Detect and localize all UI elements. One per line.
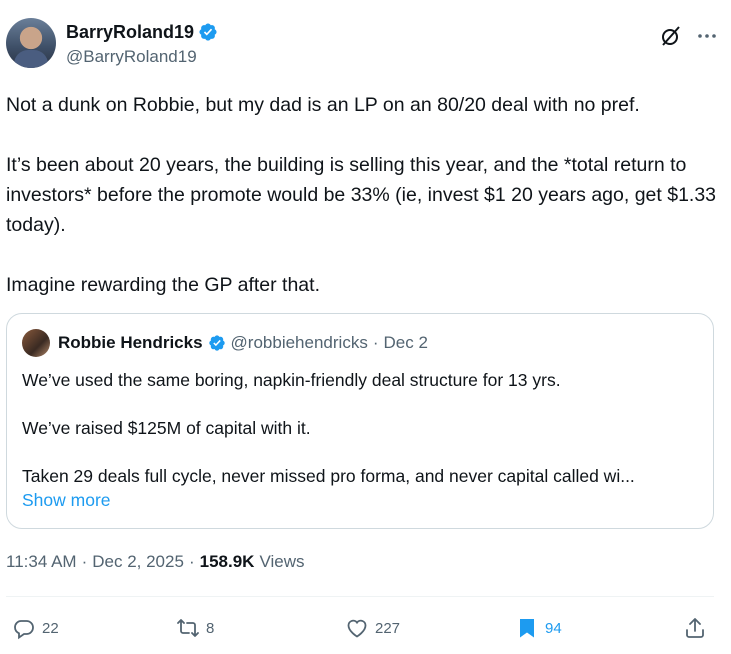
author-names: BarryRoland19 @BarryRoland19 <box>66 20 218 67</box>
quote-paragraph: We’ve used the same boring, napkin-frien… <box>22 370 561 390</box>
divider <box>6 596 714 597</box>
like-icon <box>347 619 367 638</box>
like-count: 227 <box>375 619 401 637</box>
tweet-meta: 11:34 AM · Dec 2, 2025 · 158.9K Views <box>6 552 304 572</box>
tweet-time[interactable]: 11:34 AM <box>6 552 77 572</box>
tweet-header: BarryRoland19 @BarryRoland19 <box>6 18 725 70</box>
tweet-paragraph: It’s been about 20 years, the building i… <box>6 154 722 236</box>
meta-separator: · <box>188 552 195 571</box>
more-icon[interactable] <box>695 24 719 48</box>
author-avatar[interactable] <box>6 18 56 68</box>
share-icon <box>686 618 704 638</box>
share-button[interactable] <box>683 612 707 644</box>
verified-icon <box>199 23 217 41</box>
views-count[interactable]: 158.9K <box>200 552 255 572</box>
reply-count: 22 <box>42 619 59 637</box>
views-label: Views <box>259 552 305 571</box>
quote-body: We’ve used the same boring, napkin-frien… <box>22 368 702 512</box>
quote-author-avatar[interactable] <box>22 329 50 357</box>
author-handle[interactable]: @BarryRoland19 <box>66 47 218 67</box>
author-display-name[interactable]: BarryRoland19 <box>66 22 194 43</box>
quote-date[interactable]: Dec 2 <box>384 333 428 353</box>
quote-author-handle[interactable]: @robbiehendricks <box>231 333 368 353</box>
repost-count: 8 <box>206 619 215 637</box>
verified-icon <box>208 335 225 351</box>
bookmark-button[interactable]: 94 <box>515 612 562 644</box>
reply-icon <box>14 620 34 640</box>
meta-separator: · <box>81 552 88 571</box>
repost-icon <box>177 619 199 637</box>
tweet-paragraph: Not a dunk on Robbie, but my dad is an L… <box>6 94 640 116</box>
quote-tweet-card[interactable]: Robbie Hendricks @robbiehendricks · Dec … <box>6 313 714 529</box>
bookmark-count: 94 <box>545 619 562 637</box>
tweet-paragraph: Imagine rewarding the GP after that. <box>6 274 320 296</box>
grok-icon[interactable] <box>659 24 683 48</box>
like-button[interactable]: 227 <box>345 612 400 644</box>
reply-button[interactable]: 22 <box>12 612 59 644</box>
show-more-link[interactable]: Show more <box>22 490 111 511</box>
quote-paragraph: Taken 29 deals full cycle, never missed … <box>22 466 635 486</box>
tweet-date[interactable]: Dec 2, 2025 <box>92 552 184 572</box>
quote-author-name[interactable]: Robbie Hendricks <box>58 333 203 353</box>
repost-button[interactable]: 8 <box>176 612 214 644</box>
bookmark-icon <box>520 619 534 638</box>
action-bar: 22 8 227 94 <box>0 612 731 644</box>
tweet-text: Not a dunk on Robbie, but my dad is an L… <box>6 90 724 330</box>
quote-header: Robbie Hendricks @robbiehendricks · Dec … <box>22 329 428 357</box>
quote-separator: · <box>372 333 379 352</box>
quote-paragraph: We’ve raised $125M of capital with it. <box>22 418 311 438</box>
